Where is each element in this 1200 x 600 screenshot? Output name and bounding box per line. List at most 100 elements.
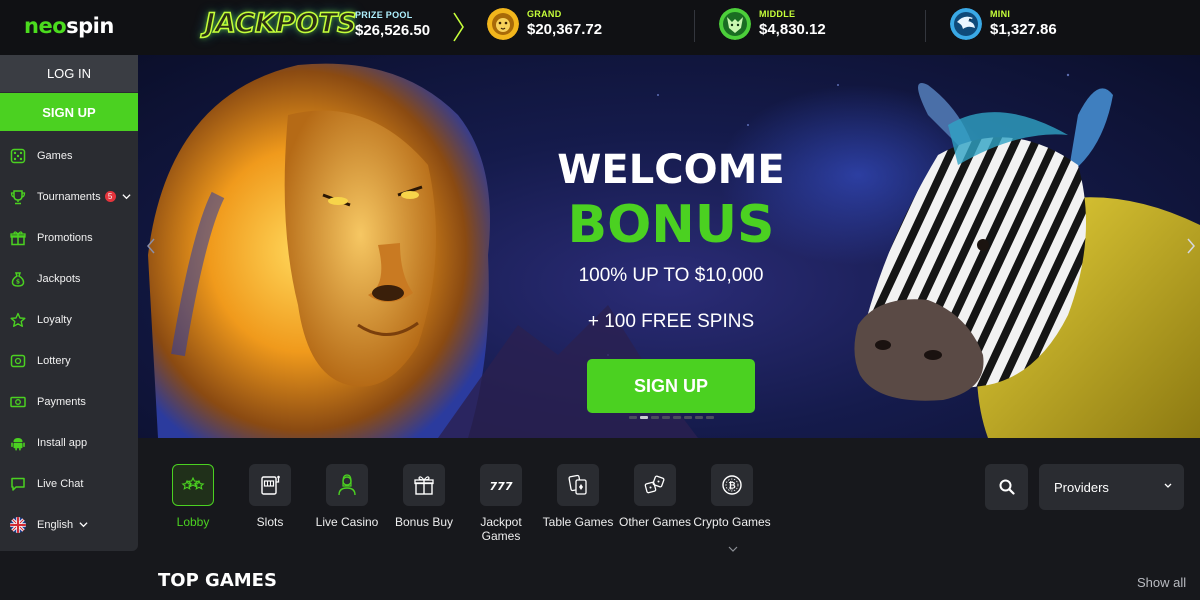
sidebar-item-lottery[interactable]: Lottery — [0, 340, 138, 381]
search-button[interactable] — [985, 464, 1028, 510]
lion-illustration — [148, 63, 490, 438]
divider — [694, 10, 695, 42]
category-label: Bonus Buy — [394, 515, 454, 529]
sidebar-item-label: Tournaments — [37, 190, 101, 203]
lottery-ticket-icon — [9, 352, 26, 369]
cash-icon — [9, 393, 26, 410]
sidebar-item-label: Games — [37, 149, 73, 162]
search-icon — [999, 479, 1015, 495]
playing-cards-icon — [557, 464, 599, 506]
chevron-left-icon[interactable] — [146, 237, 156, 255]
sidebar-item-tournaments[interactable]: Tournaments 5 — [0, 176, 138, 217]
category-label: Jackpot Games — [480, 515, 522, 543]
gift-box-icon — [403, 464, 445, 506]
carousel-dots — [629, 416, 714, 419]
android-icon — [9, 434, 26, 451]
banner-signup-button[interactable]: SIGN UP — [587, 359, 755, 413]
category-label: Lobby — [176, 515, 210, 529]
providers-dropdown[interactable]: Providers — [1039, 464, 1184, 510]
carousel-dot[interactable] — [695, 416, 703, 419]
category-other-games[interactable]: Other Games — [615, 464, 695, 529]
brand-logo-part1: neo — [24, 14, 67, 38]
brand-logo[interactable]: neospin — [24, 14, 114, 38]
banner-offer: 100% UP TO $10,000 — [578, 265, 764, 286]
svg-text:₿: ₿ — [728, 481, 735, 492]
eagle-icon — [950, 8, 982, 40]
jackpot-middle-label: MIDDLE — [759, 9, 796, 19]
category-label: Live Casino — [315, 515, 379, 529]
chevron-down-icon — [79, 522, 88, 528]
dice-pair-icon — [634, 464, 676, 506]
sidebar-item-payments[interactable]: Payments — [0, 381, 138, 422]
dealer-icon — [326, 464, 368, 506]
carousel-dot[interactable] — [629, 416, 637, 419]
jackpot-grand-label: GRAND — [527, 9, 562, 19]
category-label: Crypto Games — [693, 515, 771, 529]
slot-machine-icon — [249, 464, 291, 506]
prize-pool: PRIZE POOL $26,526.50 — [355, 10, 430, 39]
gift-icon — [9, 229, 26, 246]
banner-title-line1: WELCOME — [557, 147, 785, 193]
trophy-icon — [9, 188, 26, 205]
chevron-down-icon[interactable] — [122, 192, 131, 201]
money-bag-icon: $ — [9, 270, 26, 287]
star-icon — [9, 311, 26, 328]
sidebar-item-install-app[interactable]: Install app — [0, 422, 138, 463]
wolf-icon — [719, 8, 751, 40]
signup-button[interactable]: SIGN UP — [0, 93, 138, 131]
category-bonus-buy[interactable]: Bonus Buy — [384, 464, 464, 529]
prize-pool-value: $26,526.50 — [355, 22, 431, 39]
sidebar: LOG IN SIGN UP Games Tournaments 5 Promo… — [0, 55, 138, 551]
carousel-dot[interactable] — [651, 416, 659, 419]
sidebar-item-loyalty[interactable]: Loyalty — [0, 299, 138, 340]
brand-logo-part2: spin — [66, 14, 114, 38]
carousel-dot[interactable] — [662, 416, 670, 419]
sidebar-item-label: Loyalty — [37, 313, 72, 326]
language-label: English — [37, 518, 74, 531]
carousel-dot[interactable] — [684, 416, 692, 419]
jackpot-mini-value: $1,327.86 — [990, 21, 1057, 38]
language-selector[interactable]: English — [0, 504, 138, 545]
carousel-dot[interactable] — [673, 416, 681, 419]
svg-text:$: $ — [15, 278, 19, 285]
category-crypto-games[interactable]: ₿ Crypto Games — [692, 464, 772, 529]
dice-icon — [9, 147, 26, 164]
chat-icon — [9, 475, 26, 492]
providers-label: Providers — [1054, 479, 1109, 495]
category-lobby[interactable]: Lobby — [153, 464, 233, 529]
triple-seven-icon: 777 — [480, 464, 522, 506]
category-live-casino[interactable]: Live Casino — [307, 464, 387, 529]
stars-icon — [172, 464, 214, 506]
chevron-down-icon — [1164, 483, 1172, 488]
jackpot-grand-value: $20,367.72 — [527, 21, 603, 38]
top-bar: neospin JACKPOTS PRIZE POOL $26,526.50 G… — [0, 0, 1200, 55]
prize-pool-label: PRIZE POOL — [355, 10, 413, 20]
jackpot-mini-label: MINI — [990, 9, 1011, 19]
sidebar-item-label: Lottery — [37, 354, 71, 367]
sidebar-nav: Games Tournaments 5 Promotions $ Jackpot… — [0, 135, 138, 545]
category-label: Slots — [256, 515, 284, 529]
jackpots-title[interactable]: JACKPOTS — [204, 7, 357, 40]
sidebar-item-games[interactable]: Games — [0, 135, 138, 176]
login-button[interactable]: LOG IN — [0, 55, 138, 92]
uk-flag-icon — [9, 516, 26, 533]
notification-badge: 5 — [104, 191, 116, 202]
sidebar-item-label: Live Chat — [37, 477, 84, 490]
sidebar-item-promotions[interactable]: Promotions — [0, 217, 138, 258]
category-label: Table Games — [542, 515, 614, 529]
show-all-link[interactable]: Show all — [1137, 575, 1186, 590]
sidebar-item-label: Promotions — [37, 231, 93, 244]
category-label: Other Games — [618, 515, 692, 529]
carousel-dot[interactable] — [640, 416, 648, 419]
chevron-down-icon[interactable] — [728, 546, 738, 552]
chevron-right-icon[interactable] — [1186, 237, 1196, 255]
carousel-dot[interactable] — [706, 416, 714, 419]
chevron-right-icon[interactable] — [450, 10, 466, 44]
category-jackpot-games[interactable]: 777 Jackpot Games — [461, 464, 541, 543]
hero-banner[interactable]: WELCOME BONUS 100% UP TO $10,000 + 100 F… — [138, 55, 1200, 438]
sidebar-item-label: Jackpots — [37, 272, 81, 285]
category-slots[interactable]: Slots — [230, 464, 310, 529]
sidebar-item-live-chat[interactable]: Live Chat — [0, 463, 138, 504]
category-table-games[interactable]: Table Games — [538, 464, 618, 529]
sidebar-item-jackpots[interactable]: $ Jackpots — [0, 258, 138, 299]
